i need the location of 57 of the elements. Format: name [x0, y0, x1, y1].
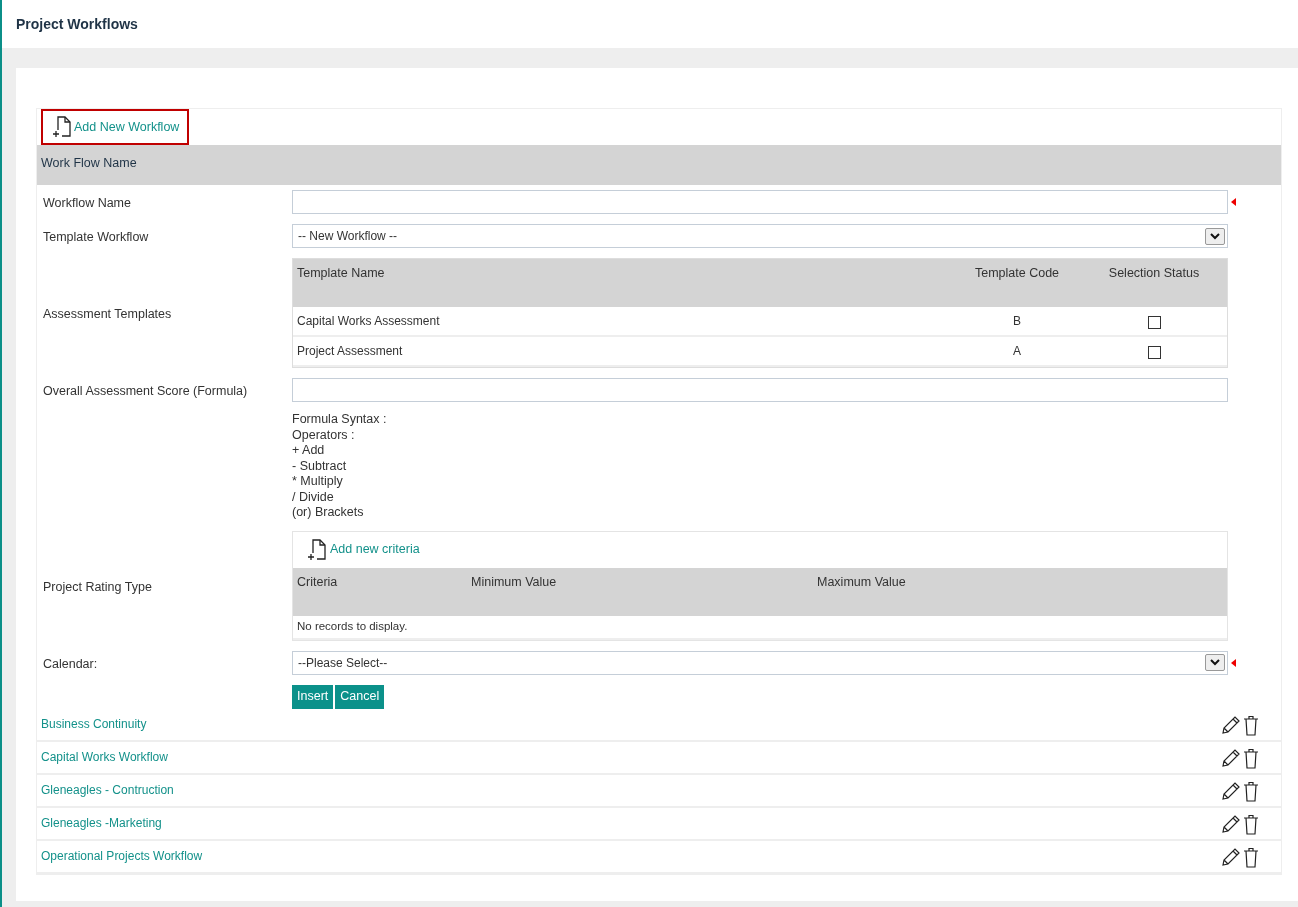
table-cell-text: B	[1012, 313, 1022, 330]
delete-trash-icon[interactable]	[1243, 780, 1259, 802]
help-text: (or) Brackets	[292, 505, 364, 521]
select-field[interactable]: -- New Workflow --	[292, 224, 1228, 248]
workflow-link[interactable]: Business Continuity	[41, 714, 147, 733]
edit-pencil-icon[interactable]	[1221, 846, 1241, 867]
delete-trash-icon[interactable]	[1243, 813, 1259, 835]
form-button[interactable]: Cancel	[335, 684, 385, 709]
edit-pencil-icon[interactable]	[1221, 780, 1241, 801]
workflow-link[interactable]: Operational Projects Workflow	[41, 846, 203, 865]
delete-trash-icon[interactable]	[1243, 714, 1259, 736]
delete-trash-icon[interactable]	[1243, 747, 1259, 769]
table-cell-text: A	[1012, 343, 1022, 360]
table-cell-text: Capital Works Assessment	[296, 313, 441, 330]
grid-header: Work Flow Name	[37, 145, 1281, 185]
edit-pencil-icon[interactable]	[1221, 747, 1241, 768]
delete-trash-icon[interactable]	[1243, 846, 1259, 868]
field-label: Workflow Name	[43, 196, 131, 210]
select-field[interactable]: --Please Select--	[292, 650, 1228, 675]
help-text: + Add	[292, 443, 325, 459]
edit-pencil-icon[interactable]	[1221, 714, 1241, 735]
checkbox[interactable]	[1147, 346, 1161, 359]
text-input[interactable]	[292, 190, 1228, 214]
help-text: / Divide	[292, 489, 334, 505]
column-header: Selection Status	[1107, 265, 1201, 282]
field-label: Template Workflow	[43, 230, 149, 244]
form-button[interactable]: Insert	[292, 684, 334, 709]
formula-input[interactable]	[292, 378, 1228, 402]
column-header: Minimum Value	[471, 573, 558, 591]
dropdown-arrow-button[interactable]	[1205, 227, 1225, 245]
dropdown-arrow-button[interactable]	[1205, 654, 1225, 671]
field-label: Calendar:	[43, 656, 98, 671]
add-document-icon	[307, 538, 327, 561]
help-text: Formula Syntax :	[292, 412, 387, 428]
checkbox[interactable]	[1147, 316, 1161, 329]
add-criteria-link[interactable]: Add new criteria	[330, 540, 420, 559]
column-header: Maximum Value	[817, 573, 906, 591]
field-label: Project Rating Type	[43, 579, 152, 594]
field-label: Assessment Templates	[43, 307, 172, 321]
page-title: Project Workflows	[16, 14, 138, 34]
column-header: Template Code	[973, 265, 1061, 282]
workflow-link[interactable]: Capital Works Workflow	[41, 747, 168, 766]
column-header: Template Name	[296, 265, 386, 282]
workflow-link[interactable]: Gleneagles -Marketing	[41, 813, 162, 832]
column-header: Criteria	[296, 573, 339, 591]
help-text: Operators :	[292, 427, 355, 443]
add-workflow-button[interactable]: Add New Workflow	[41, 109, 190, 145]
chevron-down-icon	[1210, 659, 1220, 666]
table-cell-text: Project Assessment	[296, 343, 404, 360]
empty-message: No records to display.	[297, 618, 408, 634]
edit-pencil-icon[interactable]	[1221, 813, 1241, 834]
field-label: Overall Assessment Score (Formula)	[43, 384, 248, 398]
workflow-link[interactable]: Gleneagles - Contruction	[41, 780, 174, 799]
chevron-down-icon	[1210, 232, 1220, 240]
help-text: * Multiply	[292, 474, 343, 490]
help-text: - Subtract	[292, 458, 347, 474]
add-document-icon	[52, 116, 72, 138]
